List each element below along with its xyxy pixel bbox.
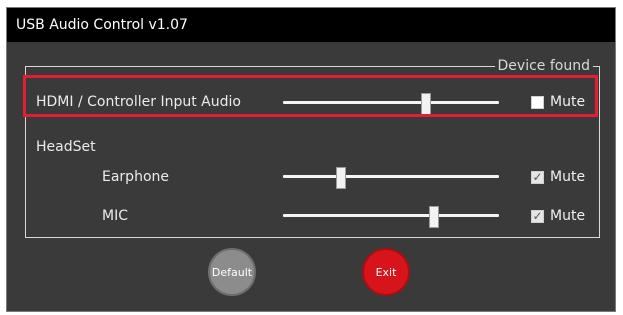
window-title: USB Audio Control v1.07 <box>16 17 188 33</box>
hdmi-volume-slider[interactable] <box>283 93 499 115</box>
mic-mute-toggle[interactable]: ✓ Mute <box>531 206 585 226</box>
hdmi-mute-checkbox[interactable] <box>531 95 544 109</box>
headset-heading: HeadSet <box>36 139 96 155</box>
hdmi-mute-label: Mute <box>550 94 586 110</box>
earphone-mute-label: Mute <box>550 169 586 185</box>
exit-button[interactable]: Exit <box>362 248 410 296</box>
default-button[interactable]: Default <box>208 248 256 296</box>
slider-track <box>283 175 499 178</box>
earphone-mute-toggle[interactable]: ✓ Mute <box>531 167 585 187</box>
slider-thumb[interactable] <box>336 167 347 189</box>
slider-thumb[interactable] <box>420 93 431 115</box>
hdmi-label: HDMI / Controller Input Audio <box>36 94 241 110</box>
mic-label: MIC <box>102 208 128 224</box>
exit-button-label: Exit <box>375 265 397 279</box>
default-button-label: Default <box>211 265 253 279</box>
mic-mute-checkbox[interactable]: ✓ <box>531 209 544 223</box>
app-window: USB Audio Control v1.07 Device found HDM… <box>6 7 616 312</box>
mic-volume-slider[interactable] <box>283 206 499 228</box>
mic-mute-label: Mute <box>550 208 586 224</box>
window-titlebar: USB Audio Control v1.07 <box>7 8 615 42</box>
earphone-mute-checkbox[interactable]: ✓ <box>531 170 544 184</box>
hdmi-mute-toggle[interactable]: Mute <box>531 92 585 112</box>
slider-thumb[interactable] <box>429 206 440 228</box>
slider-track <box>283 101 499 104</box>
earphone-label: Earphone <box>102 169 169 185</box>
slider-track <box>283 214 499 217</box>
device-status-label: Device found <box>494 56 593 76</box>
earphone-volume-slider[interactable] <box>283 167 499 189</box>
